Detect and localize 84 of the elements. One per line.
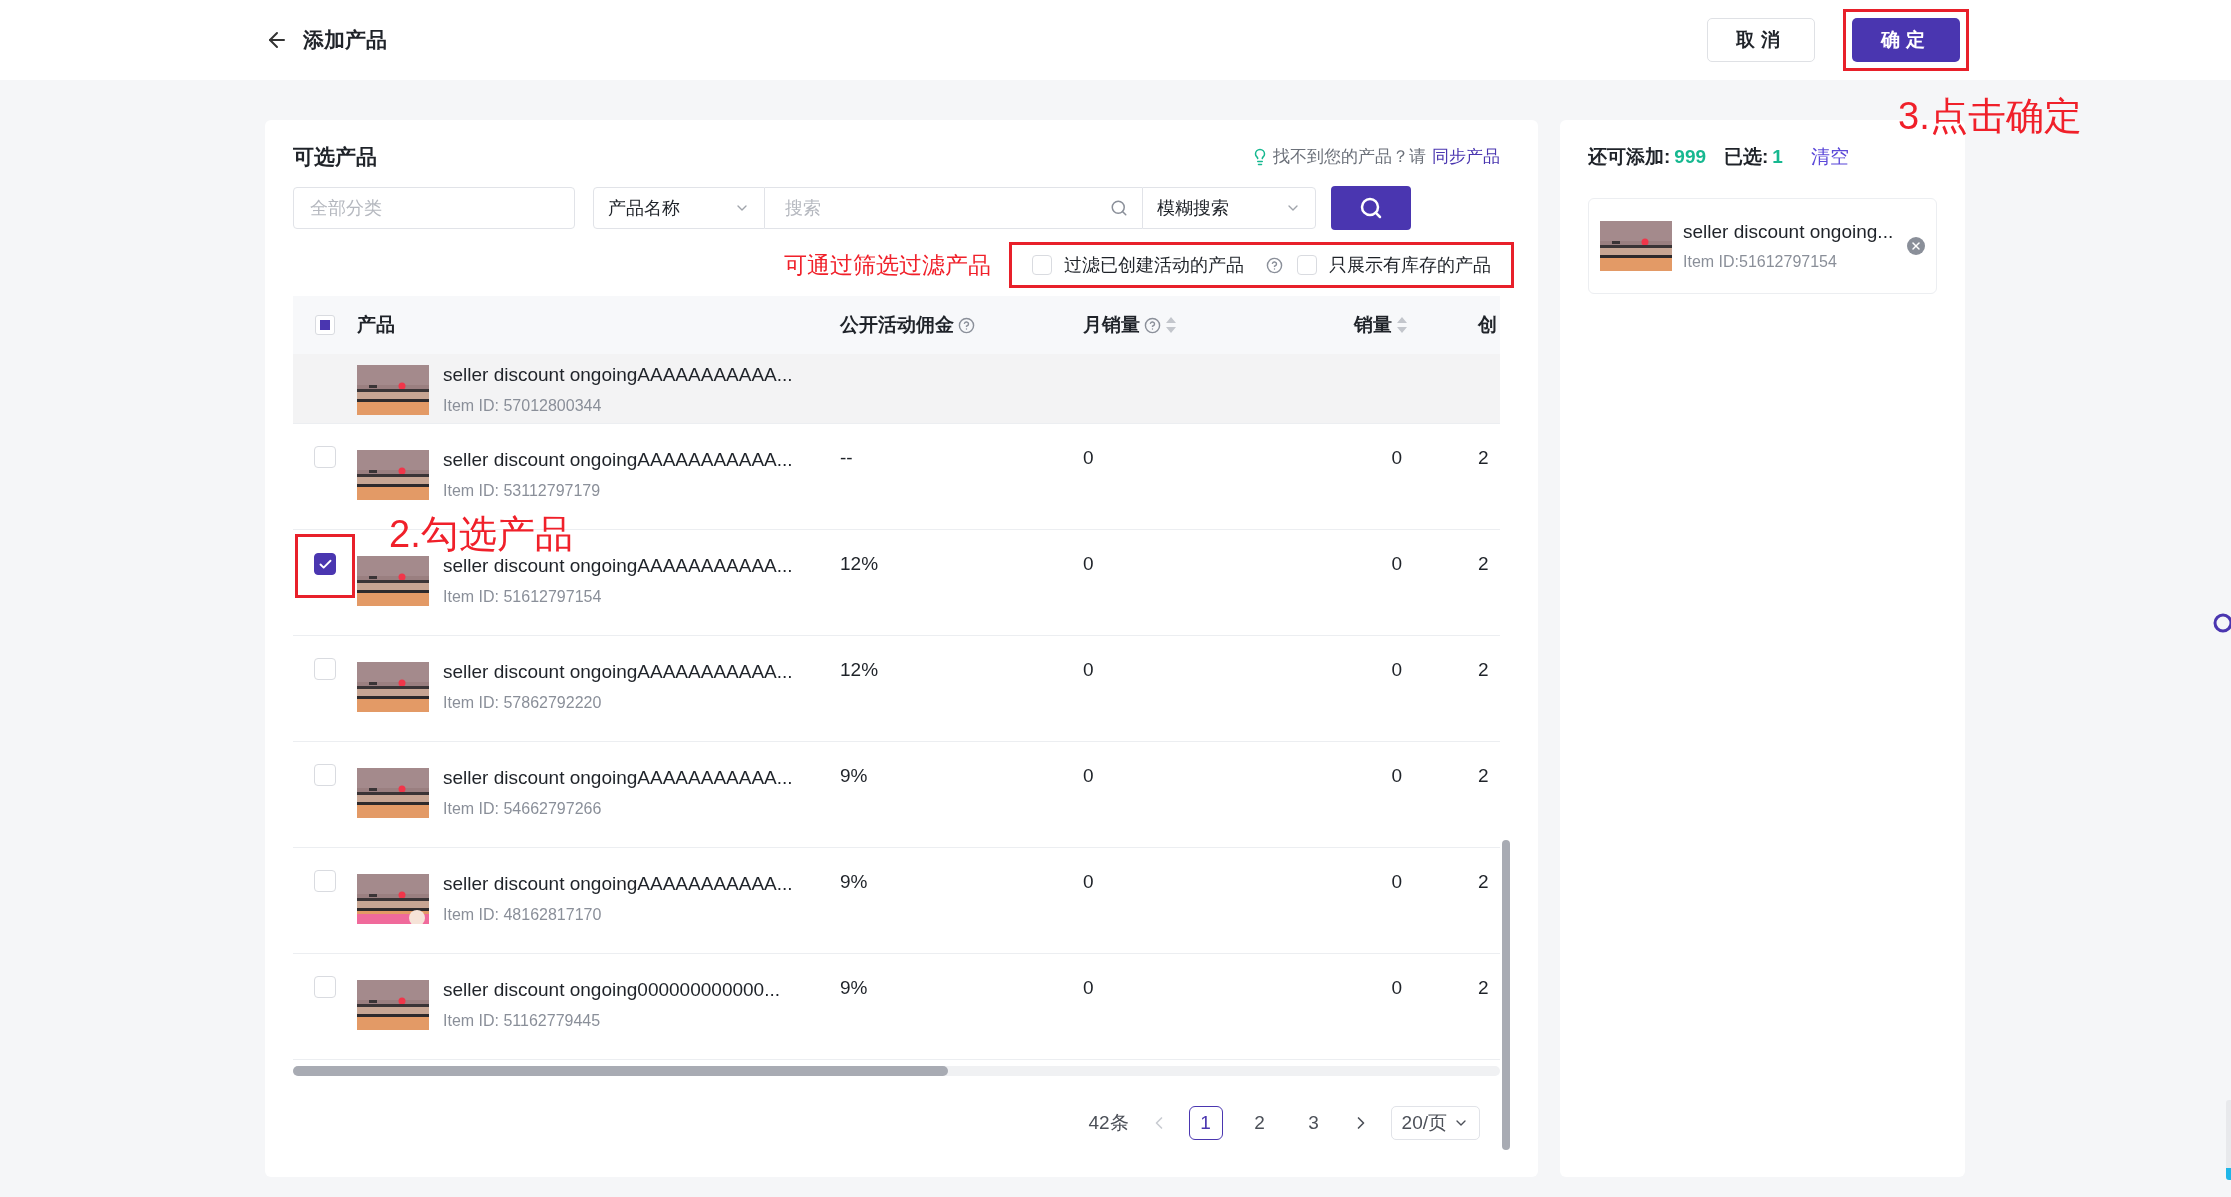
table-cell: 2 <box>1478 977 1489 998</box>
page-button[interactable]: 2 <box>1242 1106 1277 1140</box>
table-cell-text: 0 <box>1391 446 1402 470</box>
help-icon <box>1144 316 1161 334</box>
product-name: seller discount ongoing000000000000... <box>443 978 780 1002</box>
table-cell: 2 <box>1478 447 1489 468</box>
table-cell: 0 <box>1083 553 1094 574</box>
checkbox[interactable] <box>314 553 336 575</box>
clear-link[interactable]: 清空 <box>1810 142 1849 172</box>
sync-link[interactable]: 同步产品 <box>1432 144 1500 170</box>
item-id: Item ID:51612797154 <box>1683 252 1838 273</box>
confirm-button[interactable]: 确定 <box>1852 18 1960 62</box>
cancel-button[interactable]: 取消 <box>1707 18 1815 62</box>
item-id: Item ID: 51162779445 <box>443 1010 602 1031</box>
table-cell: 2 <box>1478 765 1489 786</box>
table-row[interactable]: seller discount ongoingAAAAAAAAAAA... Item ID: 57012800344 <box>293 354 1500 424</box>
remaining-label: 还可添加: <box>1588 144 1671 169</box>
product-name: seller discount ongoingAAAAAAAAAAA... <box>443 554 793 578</box>
option-label: 只展示有库存的产品 <box>1329 253 1491 277</box>
item-id: Item ID: 57012800344 <box>443 395 603 416</box>
item-id: Item ID: 53112797179 <box>443 480 602 501</box>
help-icon <box>1266 256 1283 274</box>
select-all-checkbox[interactable] <box>315 315 335 335</box>
table-cell: 9% <box>840 977 868 998</box>
table-cell: 0 <box>1083 871 1094 892</box>
search-icon <box>1110 199 1128 217</box>
product-name: seller discount ongoing... <box>1683 219 1895 244</box>
table-cell: 0 <box>1083 977 1094 998</box>
option-label: 过滤已创建活动的产品 <box>1064 253 1244 277</box>
column-header: 月销量 <box>1083 312 1140 337</box>
floating-tab[interactable] <box>2226 1100 2231 1180</box>
item-id: Item ID: 48162817170 <box>443 904 603 925</box>
search-button[interactable] <box>1331 186 1411 230</box>
selected-label: 已选: <box>1724 144 1769 169</box>
product-name: seller discount ongoingAAAAAAAAAAA... <box>443 766 793 790</box>
table-cell-text: 0 <box>1391 658 1402 682</box>
search-icon <box>1359 196 1383 220</box>
product-name: seller discount ongoingAAAAAAAAAAA... <box>443 660 793 684</box>
table-cell: 9% <box>840 871 868 892</box>
category-field[interactable]: 全部分类 <box>293 187 575 229</box>
column-header: 销量 <box>1354 312 1392 337</box>
table-cell-text: 0 <box>1391 976 1402 1000</box>
annotation: 3.点击确定 <box>1898 94 2082 139</box>
table-cell-text: 0 <box>1391 764 1402 788</box>
column-header: 产品 <box>357 312 395 337</box>
table-cell: 0 <box>1083 447 1094 468</box>
column-header: 公开活动佣金 <box>840 312 954 337</box>
page-size-select[interactable]: 20/页 <box>1390 1106 1480 1140</box>
field-select[interactable]: 产品名称 <box>593 187 765 229</box>
panel-title: 可选产品 <box>293 144 377 171</box>
item-id: Item ID: 54662797266 <box>443 798 603 819</box>
table-cell-text: 0 <box>1391 552 1402 576</box>
table-cell: 0 <box>1083 659 1094 680</box>
page-button[interactable]: 3 <box>1296 1106 1331 1140</box>
mode-select[interactable]: 模糊搜索 <box>1142 187 1316 229</box>
table-cell: 12% <box>840 553 879 574</box>
search-field[interactable]: 搜索 <box>765 187 1142 229</box>
vertical-scrollbar[interactable] <box>1502 840 1510 1150</box>
item-id: Item ID: 51612797154 <box>443 586 603 607</box>
hint-text: 找不到您的产品？请 <box>1273 146 1426 169</box>
selected-count: 1 <box>1772 144 1783 169</box>
table-cell-text: 0 <box>1391 870 1402 894</box>
page-button[interactable]: 1 <box>1188 1106 1223 1140</box>
table-cell: 2 <box>1478 553 1489 574</box>
table-cell: 9% <box>840 765 868 786</box>
product-name: seller discount ongoingAAAAAAAAAAA... <box>443 363 793 388</box>
product-name: seller discount ongoingAAAAAAAAAAA... <box>443 872 793 896</box>
remaining-count: 999 <box>1674 144 1707 169</box>
table-cell: 2 <box>1478 659 1489 680</box>
table-cell: 2 <box>1478 871 1489 892</box>
table-cell: -- <box>840 447 853 468</box>
item-id: Item ID: 57862792220 <box>443 692 603 713</box>
table-cell: 0 <box>1083 765 1094 786</box>
help-icon <box>958 316 975 334</box>
table-cell: 12% <box>840 659 879 680</box>
page-title: 添加产品 <box>303 27 387 54</box>
total-count: 42条 <box>1088 1110 1129 1135</box>
horizontal-scrollbar[interactable] <box>293 1066 1500 1076</box>
sort-icon <box>1165 315 1177 335</box>
product-name: seller discount ongoingAAAAAAAAAAA... <box>443 448 793 472</box>
column-header: 创 <box>1478 312 1497 337</box>
remove-icon[interactable] <box>1907 237 1925 255</box>
sort-icon <box>1396 315 1408 335</box>
annotation: 可通过筛选过滤产品 <box>784 250 991 280</box>
